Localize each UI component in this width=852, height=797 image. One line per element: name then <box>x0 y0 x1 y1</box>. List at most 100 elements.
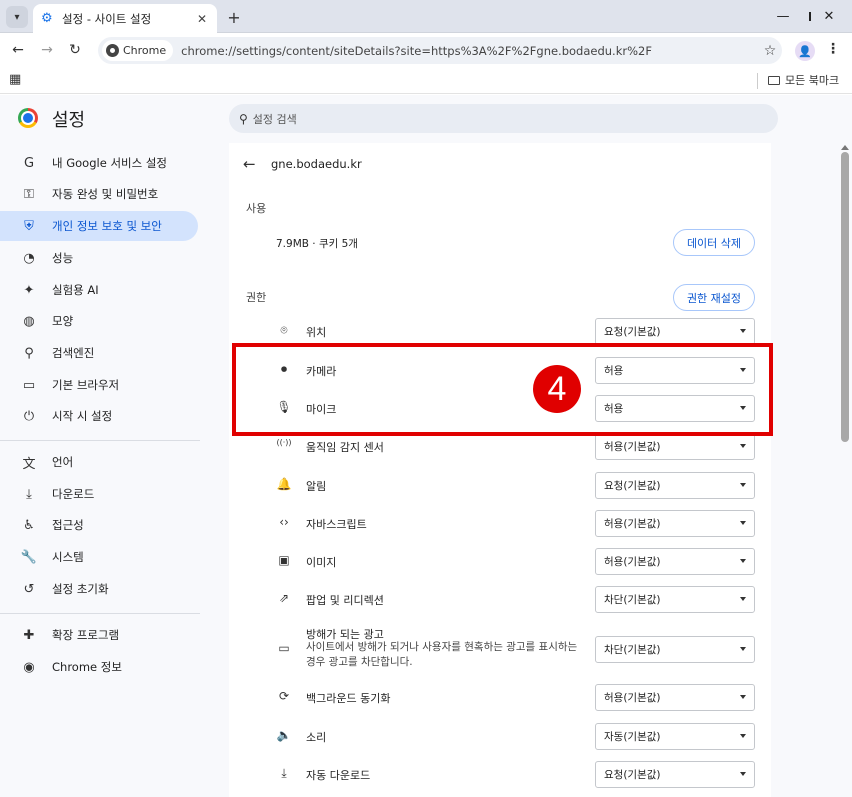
sidebar-item[interactable]: ⏻ 시작 시 설정 <box>0 401 198 431</box>
sidebar-item-label: 모양 <box>52 314 74 328</box>
back-arrow-icon[interactable]: ← <box>243 155 256 173</box>
permission-description: 사이트에서 방해가 되거나 사용자를 현혹하는 광고를 표시하는 경우 광고를 … <box>306 641 578 668</box>
translate-icon: 文 <box>22 456 36 472</box>
permission-select[interactable]: 요청(기본값) <box>595 472 755 499</box>
permission-select[interactable]: 차단(기본값) <box>595 636 755 663</box>
delete-data-button[interactable]: 데이터 삭제 <box>673 229 755 256</box>
permission-select-value: 자동(기본값) <box>604 731 661 743</box>
sidebar-item[interactable]: 🔧 시스템 <box>0 542 198 572</box>
sidebar-divider <box>0 440 200 441</box>
chrome-logo-icon <box>106 44 119 57</box>
search-icon: ⚲ <box>24 345 34 361</box>
caret-down-icon <box>740 329 746 333</box>
caret-down-icon <box>740 734 746 738</box>
permission-select-value: 요청(기본값) <box>604 769 661 781</box>
menu-kebab-icon[interactable]: ⋮ <box>826 41 840 61</box>
external-link-icon: ⇗ <box>278 591 290 605</box>
permission-select-value: 요청(기본값) <box>604 326 661 338</box>
tab-strip: ▾ ⚙ 설정 - 사이트 설정 ✕ + — ✕ <box>0 0 852 33</box>
sidebar-item[interactable]: ⤓ 다운로드 <box>0 479 198 509</box>
permission-select[interactable]: 요청(기본값) <box>595 761 755 788</box>
usage-text: 7.9MB · 쿠키 5개 <box>276 238 358 250</box>
sidebar-item[interactable]: ⛨ 개인 정보 보호 및 보안 <box>0 211 198 241</box>
browser-window-icon: ▭ <box>22 377 36 393</box>
reset-permissions-button[interactable]: 권한 재설정 <box>673 284 755 311</box>
back-arrow-icon[interactable]: ← <box>7 39 29 61</box>
permission-select-value: 요청(기본값) <box>604 480 661 492</box>
sidebar-item[interactable]: ⚲ 검색엔진 <box>0 338 198 368</box>
scroll-up-arrow-icon[interactable] <box>841 145 849 150</box>
palette-icon: ◍ <box>23 313 35 329</box>
chip-label: Chrome <box>123 44 167 57</box>
caret-down-icon <box>740 483 746 487</box>
ad-window-icon: ▭ <box>278 641 290 655</box>
permission-label: 소리 <box>306 731 327 744</box>
permission-select[interactable]: 허용(기본값) <box>595 433 755 460</box>
tab-search-dropdown-icon[interactable]: ▾ <box>6 6 28 28</box>
permission-select-value: 차단(기본값) <box>604 594 661 606</box>
all-bookmarks-button[interactable]: 모든 북마크 <box>768 72 839 88</box>
search-placeholder: 설정 검색 <box>252 112 297 126</box>
sidebar-item[interactable]: ✚ 확장 프로그램 <box>0 620 198 650</box>
permission-label: 백그라운드 동기화 <box>306 692 391 705</box>
chrome-icon: ◉ <box>23 659 35 675</box>
sidebar-item[interactable]: ▭ 기본 브라우저 <box>0 370 198 400</box>
sidebar-item[interactable]: ◉ Chrome 정보 <box>0 652 198 682</box>
toolbar: ← → ↻ Chrome chrome://settings/content/s… <box>0 33 852 68</box>
sidebar-item[interactable]: G 내 Google 서비스 설정 <box>0 148 198 178</box>
permission-label: 이미지 <box>306 556 337 569</box>
site-details-card: ← gne.bodaedu.kr 사용 7.9MB · 쿠키 5개 데이터 삭제… <box>229 143 771 797</box>
sidebar-item[interactable]: 文 언어 <box>0 447 198 477</box>
sidebar-item[interactable]: ♿ 접근성 <box>0 510 198 540</box>
sidebar-item[interactable]: ✦ 실험용 AI <box>0 275 198 305</box>
permission-select[interactable]: 차단(기본값) <box>595 586 755 613</box>
settings-header: 설정 ⚲ 설정 검색 <box>0 95 852 143</box>
sidebar-item[interactable]: ◍ 모양 <box>0 306 198 336</box>
sidebar-divider <box>0 613 200 614</box>
sidebar-item-label: 접근성 <box>52 518 84 532</box>
permission-select-value: 허용(기본값) <box>604 518 661 530</box>
folder-icon <box>768 75 780 85</box>
permission-label: 자바스크립트 <box>306 518 367 531</box>
forward-arrow-icon[interactable]: → <box>36 39 58 61</box>
image-icon: ▣ <box>278 553 290 567</box>
highlight-box <box>232 343 773 436</box>
permission-select[interactable]: 요청(기본값) <box>595 318 755 345</box>
apps-grid-icon[interactable]: ▦ <box>9 72 21 87</box>
bookmark-star-icon[interactable]: ☆ <box>758 43 782 59</box>
permission-select[interactable]: 허용(기본값) <box>595 684 755 711</box>
reload-icon[interactable]: ↻ <box>64 39 86 61</box>
settings-search-input[interactable]: ⚲ 설정 검색 <box>229 104 778 133</box>
permission-select[interactable]: 허용(기본값) <box>595 510 755 537</box>
permission-select-value: 허용(기본값) <box>604 692 661 704</box>
profile-avatar-icon[interactable]: 👤 <box>795 41 815 61</box>
sidebar-item-label: 설정 초기화 <box>52 582 109 596</box>
permission-select[interactable]: 자동(기본값) <box>595 723 755 750</box>
new-tab-icon[interactable]: + <box>223 6 245 28</box>
caret-down-icon <box>740 695 746 699</box>
sidebar-item[interactable]: ↺ 설정 초기화 <box>0 574 198 604</box>
sidebar-item-label: 실험용 AI <box>52 283 99 297</box>
sidebar-item[interactable]: ⚿ 자동 완성 및 비밀번호 <box>0 179 198 209</box>
permission-label: 팝업 및 리디렉션 <box>306 594 384 607</box>
site-info-chip[interactable]: Chrome <box>102 40 174 61</box>
close-tab-icon[interactable]: ✕ <box>193 12 211 26</box>
caret-down-icon <box>740 559 746 563</box>
sidebar-item[interactable]: ◔ 성능 <box>0 243 198 273</box>
bookmarks-divider <box>757 73 758 89</box>
site-name: gne.bodaedu.kr <box>271 157 362 171</box>
code-icon: ‹› <box>279 515 289 529</box>
tab-settings[interactable]: ⚙ 설정 - 사이트 설정 ✕ <box>33 4 217 33</box>
address-bar[interactable]: Chrome chrome://settings/content/siteDet… <box>98 37 782 64</box>
scrollbar-thumb[interactable] <box>841 152 849 442</box>
page-title: 설정 <box>52 110 86 131</box>
sidebar-item-label: 검색엔진 <box>52 346 95 360</box>
permission-select[interactable]: 허용(기본값) <box>595 548 755 575</box>
location-pin-icon: ⌾ <box>280 323 288 337</box>
reset-icon: ↺ <box>23 581 35 597</box>
shield-icon: ⛨ <box>24 218 34 234</box>
close-window-icon[interactable]: ✕ <box>814 4 844 28</box>
tab-title: 설정 - 사이트 설정 <box>62 11 152 26</box>
maximize-icon[interactable] <box>781 4 811 28</box>
url-text[interactable]: chrome://settings/content/siteDetails?si… <box>181 44 758 58</box>
